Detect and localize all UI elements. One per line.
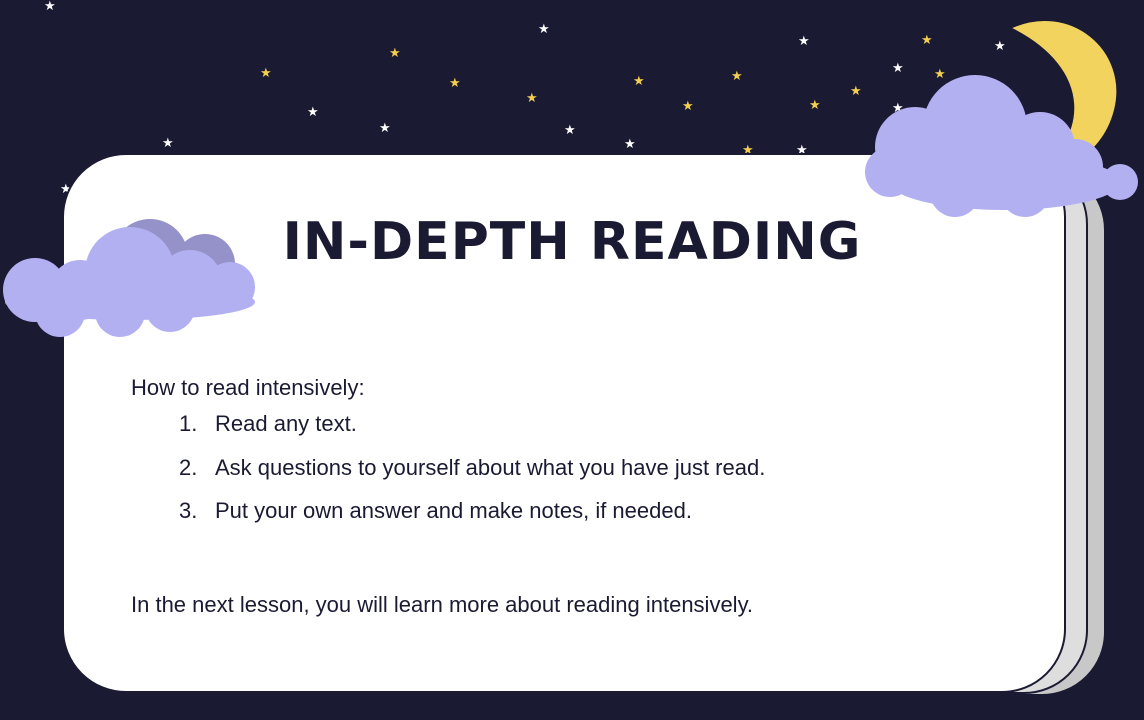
star-icon: ★ (809, 98, 821, 113)
list-item-number: 3. (179, 498, 198, 523)
star-icon: ★ (379, 121, 391, 136)
list-item-number: 1. (179, 411, 198, 436)
list-item: 3. Put your own answer and make notes, i… (131, 497, 1011, 525)
list-item-text: Ask questions to yourself about what you… (215, 454, 766, 480)
intro-text: How to read intensively: (131, 375, 365, 400)
star-icon: ★ (921, 33, 933, 48)
list-item: 2. Ask questions to yourself about what … (131, 454, 1011, 482)
list-item-text: Read any text. (215, 411, 357, 436)
star-icon: ★ (260, 66, 272, 81)
list-item-number: 2. (179, 454, 198, 480)
list-item: 1. Read any text. (131, 410, 1011, 438)
star-icon: ★ (526, 91, 538, 106)
page-title: IN-DEPTH READING (282, 212, 862, 272)
star-icon: ★ (798, 34, 810, 49)
star-icon: ★ (731, 69, 743, 84)
slide: ★ ★ ★ ★ ★ ★ ★ ★ ★ ★ ★ ★ ★ ★ ★ ★ ★ ★ ★ ★ … (0, 0, 1144, 720)
star-icon: ★ (624, 137, 636, 152)
star-icon: ★ (44, 0, 56, 14)
star-icon: ★ (307, 105, 319, 120)
slide-body: How to read intensively: 1. Read any tex… (131, 374, 1011, 541)
star-icon: ★ (389, 46, 401, 61)
star-icon: ★ (633, 74, 645, 89)
list-item-text: Put your own answer and make notes, if n… (215, 498, 692, 523)
star-icon: ★ (449, 76, 461, 91)
steps-list: 1. Read any text. 2. Ask questions to yo… (131, 410, 1011, 525)
star-icon: ★ (162, 136, 174, 151)
star-icon: ★ (682, 99, 694, 114)
outro-text: In the next lesson, you will learn more … (131, 592, 754, 617)
star-icon: ★ (564, 123, 576, 138)
cloud-icon (865, 75, 1138, 217)
star-icon: ★ (538, 22, 550, 37)
